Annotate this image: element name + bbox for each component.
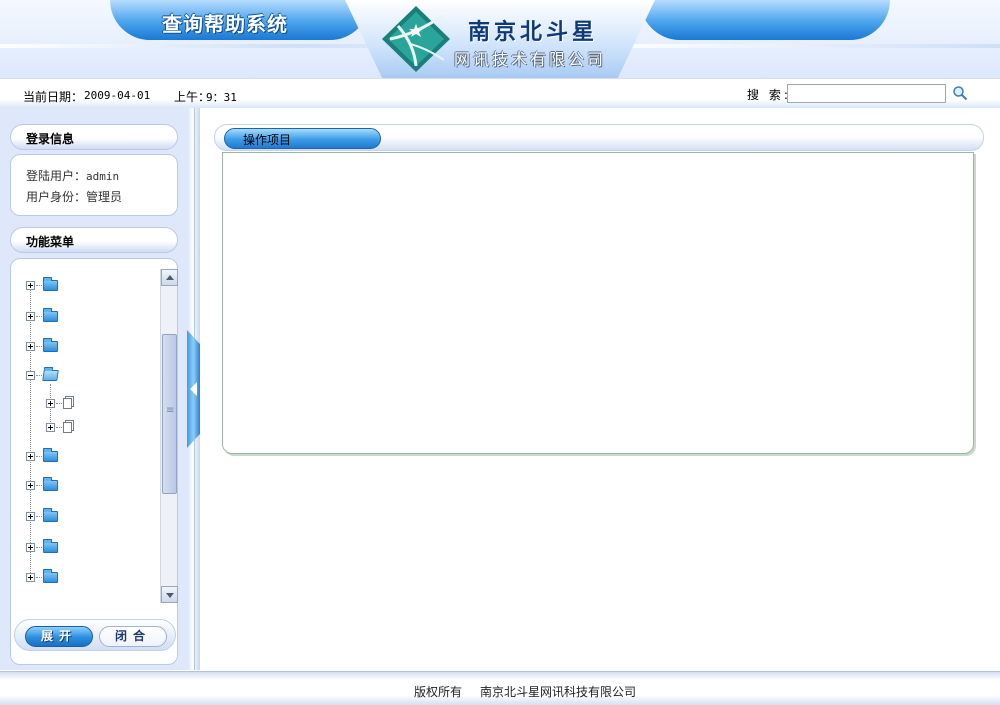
tree-branch-line xyxy=(36,547,42,548)
folder-icon xyxy=(43,477,58,491)
expand-node-icon[interactable] xyxy=(46,399,55,408)
folder-icon xyxy=(43,569,58,583)
tree-branch-line xyxy=(36,346,42,347)
collapse-all-button[interactable]: 闭合 xyxy=(99,626,167,647)
date-label: 当前日期： xyxy=(23,90,84,104)
folder-icon xyxy=(43,508,58,522)
tree-document-node[interactable] xyxy=(46,396,76,412)
tree-branch-line xyxy=(36,577,42,578)
scroll-up-button[interactable] xyxy=(161,269,178,286)
login-role-value: 管理员 xyxy=(86,190,123,204)
login-user-value: admin xyxy=(86,170,120,183)
login-role-row: 用户身份：管理员 xyxy=(26,188,122,205)
tree-document-node[interactable] xyxy=(46,420,76,436)
expand-node-icon[interactable] xyxy=(26,452,35,461)
tree-branch-line xyxy=(36,516,42,517)
collapse-node-icon[interactable] xyxy=(26,371,35,380)
tree-branch-line xyxy=(36,316,42,317)
search-label: 搜 索: xyxy=(747,88,791,102)
function-menu-header: 功能菜单 xyxy=(10,227,178,253)
login-info-panel: 登陆用户：admin 用户身份：管理员 xyxy=(10,154,178,216)
folder-icon xyxy=(43,338,58,352)
tree-branch-line xyxy=(56,403,62,404)
expand-node-icon[interactable] xyxy=(46,423,55,432)
footer-copyright: 版权所有 xyxy=(414,685,463,699)
open-folder-icon xyxy=(42,370,59,381)
tree-folder-node[interactable] xyxy=(26,308,66,325)
tree-button-bar: 展开 闭合 xyxy=(14,619,176,651)
info-bar: 当前日期： 2009-04-01 上午： 9：31 搜 索: xyxy=(0,78,1000,108)
folder-icon xyxy=(43,448,58,462)
expand-node-icon[interactable] xyxy=(26,342,35,351)
expand-node-icon[interactable] xyxy=(26,512,35,521)
login-user-row: 登陆用户：admin xyxy=(26,167,119,184)
tree-folder-node[interactable] xyxy=(26,508,66,525)
document-icon xyxy=(63,422,72,433)
company-logo-icon xyxy=(382,6,450,72)
magnifier-icon[interactable] xyxy=(952,85,968,101)
tree-folder-node[interactable] xyxy=(26,368,66,384)
login-info-title: 登录信息 xyxy=(26,132,75,146)
expand-node-icon[interactable] xyxy=(26,281,35,290)
expand-node-icon[interactable] xyxy=(26,312,35,321)
company-name: 南京北斗星 xyxy=(468,20,599,45)
system-title: 查询帮助系统 xyxy=(162,12,288,36)
tree-branch-line xyxy=(36,456,42,457)
login-user-label: 登陆用户： xyxy=(26,169,87,183)
sidebar-toggle-arrow-icon[interactable] xyxy=(187,330,200,448)
tree-branch-line xyxy=(36,375,42,376)
time-label: 上午： xyxy=(174,90,211,104)
main-title-bar: 操作项目 xyxy=(214,124,984,151)
tree-folder-node[interactable] xyxy=(26,448,66,465)
document-icon xyxy=(63,398,72,409)
banner-right-wave xyxy=(640,0,890,40)
header-banner: 查询帮助系统 南京北斗星 网讯技术有限公司 xyxy=(0,0,1000,78)
tree-folder-node[interactable] xyxy=(26,569,66,586)
login-info-header: 登录信息 xyxy=(10,124,178,150)
expand-all-button[interactable]: 展开 xyxy=(25,626,93,647)
function-menu-title: 功能菜单 xyxy=(26,235,75,249)
tree-trunk-line xyxy=(30,287,31,577)
expand-node-icon[interactable] xyxy=(26,573,35,582)
footer-company: 南京北斗星网讯科技有限公司 xyxy=(480,685,637,699)
tree-branch-line xyxy=(56,427,62,428)
time-value: 9：31 xyxy=(206,91,237,104)
expand-node-icon[interactable] xyxy=(26,481,35,490)
folder-icon xyxy=(43,539,58,553)
tree-branch-line xyxy=(36,485,42,486)
tree-folder-node[interactable] xyxy=(26,338,66,355)
footer: 版权所有 南京北斗星网讯科技有限公司 xyxy=(0,671,1000,705)
tree-folder-node[interactable] xyxy=(26,539,66,556)
search-input[interactable] xyxy=(787,84,946,103)
company-subtitle: 网讯技术有限公司 xyxy=(454,50,607,69)
date-value: 2009-04-01 xyxy=(84,89,151,102)
main-content-area xyxy=(222,152,974,454)
folder-icon xyxy=(43,277,58,291)
folder-icon xyxy=(43,308,58,322)
tree-folder-node[interactable] xyxy=(26,477,66,494)
tab-operation-items[interactable]: 操作项目 xyxy=(224,128,381,149)
scroll-thumb[interactable] xyxy=(162,334,177,494)
login-role-label: 用户身份： xyxy=(26,190,87,204)
tree-folder-node[interactable] xyxy=(26,277,66,294)
expand-node-icon[interactable] xyxy=(26,543,35,552)
scroll-down-button[interactable] xyxy=(161,586,178,603)
tree-branch-line xyxy=(36,285,42,286)
tab-operation-items-label: 操作项目 xyxy=(243,133,292,147)
menu-scrollbar[interactable] xyxy=(160,269,178,603)
